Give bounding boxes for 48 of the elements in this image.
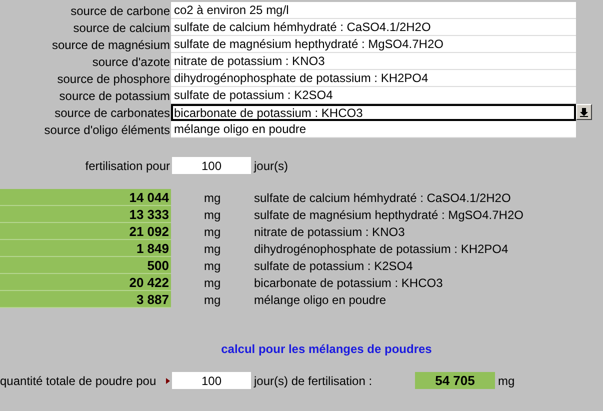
source-label: source de carbonates [54, 104, 171, 121]
days-input-cell[interactable]: 100 [172, 372, 251, 389]
amount-cell: 20 422 [0, 274, 171, 291]
source-label: source d'oligo éléments [43, 122, 171, 138]
source-cell[interactable]: mélange oligo en poudre [171, 121, 576, 138]
source-label: source de magnésium [50, 36, 171, 53]
source-label: source de carbone [70, 2, 171, 19]
product-label: dihydrogénophosphate de potassium : KH2PO4 [254, 240, 508, 257]
product-label: mélange oligo en poudre [254, 292, 386, 308]
amount-cell: 21 092 [0, 223, 171, 240]
down-arrow-icon [580, 108, 588, 116]
product-label: sulfate de magnésium hepthydraté : MgSO4.7H2O [254, 206, 524, 223]
amount-cell: 13 333 [0, 206, 171, 223]
unit-label: mg [204, 274, 222, 291]
total-unit: mg [498, 374, 515, 386]
source-cell[interactable]: bicarbonate de potassium : KHCO3 [171, 104, 576, 121]
total-amount-cell: 54 705 [415, 372, 495, 389]
unit-label: mg [204, 190, 222, 206]
source-label: source de potassium [58, 88, 171, 104]
source-label: source de calcium [72, 20, 171, 36]
unit-label: mg [204, 258, 222, 274]
source-cell[interactable]: co2 à environ 25 mg/l [171, 2, 576, 19]
total-label: quantité totale de poudre pou [0, 374, 158, 386]
section-title: calcul pour les mélanges de poudres [221, 343, 432, 355]
amount-cell: 500 [0, 257, 171, 274]
days-unit: jour(s) de fertilisation : [254, 374, 374, 386]
source-cell[interactable]: sulfate de magnésium hepthydraté : MgSO4.7H2O [171, 36, 576, 53]
product-label: sulfate de potassium : K2SO4 [254, 258, 413, 274]
product-label: nitrate de potassium : KNO3 [254, 224, 405, 240]
source-cell[interactable]: nitrate de potassium : KNO3 [171, 53, 576, 70]
unit-label: mg [204, 240, 222, 257]
unit-label: mg [204, 292, 222, 308]
amount-cell: 1 849 [0, 240, 171, 257]
dropdown-button[interactable] [576, 104, 592, 120]
product-label: sulfate de calcium hémhydraté : CaSO4.1/2H2O [254, 190, 511, 206]
source-cell[interactable]: dihydrogénophosphate de potassium : KH2PO4 [171, 70, 576, 87]
fertilisation-label: fertilisation pour [84, 160, 171, 172]
amount-cell: 3 887 [0, 291, 171, 308]
source-cell[interactable]: sulfate de calcium hémhydraté : CaSO4.1/2H2O [171, 19, 576, 36]
days-input-cell[interactable]: 100 [172, 157, 251, 174]
source-label: source de phosphore [56, 70, 171, 87]
unit-label: mg [204, 224, 222, 240]
product-label: bicarbonate de potassium : KHCO3 [254, 274, 443, 291]
amount-cell: 14 044 [0, 189, 171, 206]
source-cell[interactable]: sulfate de potassium : K2SO4 [171, 87, 576, 104]
unit-label: mg [204, 206, 222, 223]
days-unit: jour(s) [254, 160, 288, 172]
source-label: source d'azote [91, 54, 171, 70]
